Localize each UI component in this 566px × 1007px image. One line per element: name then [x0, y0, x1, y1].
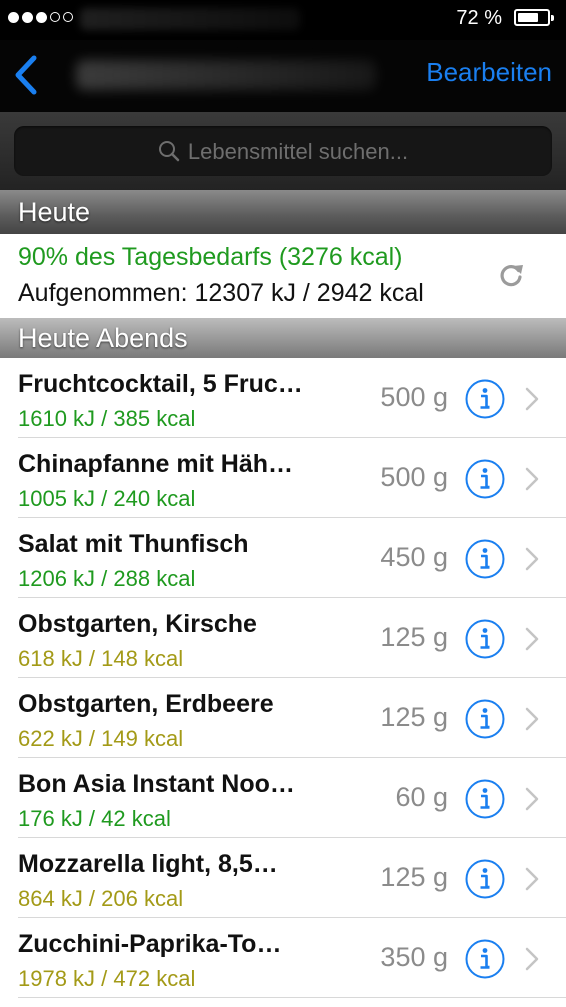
food-amount: 500 g — [380, 382, 448, 412]
food-amount: 350 g — [380, 942, 448, 972]
food-list-item[interactable]: Fruchtcocktail, 5 Fruc… 1610 kJ / 385 kca… — [0, 358, 566, 438]
food-list-item[interactable]: Bon Asia Instant Noo… 176 kJ / 42 kcal 60 … — [0, 758, 566, 838]
food-list: Fruchtcocktail, 5 Fruc… 1610 kJ / 385 kca… — [0, 358, 566, 998]
chevron-right-icon — [525, 787, 539, 811]
chevron-right-icon — [525, 947, 539, 971]
chevron-right-icon — [525, 627, 539, 651]
food-name: Chinapfanne mit Häh… — [18, 450, 294, 478]
chevron-right-icon — [525, 707, 539, 731]
chevron-right-icon — [525, 547, 539, 571]
food-amount: 500 g — [380, 462, 448, 492]
food-energy: 622 kJ / 149 kcal — [18, 726, 184, 751]
food-list-item[interactable]: Chinapfanne mit Häh… 1005 kJ / 240 kcal 50… — [0, 438, 566, 518]
info-icon[interactable] — [464, 698, 506, 740]
food-amount: 450 g — [380, 542, 448, 572]
food-energy: 1206 kJ / 288 kcal — [18, 566, 196, 591]
food-name: Zucchini-Paprika-To… — [18, 930, 282, 958]
battery-icon — [514, 9, 554, 26]
food-energy: 1005 kJ / 240 kcal — [18, 486, 196, 511]
food-amount: 125 g — [380, 622, 448, 652]
food-name: Obstgarten, Kirsche — [18, 610, 257, 638]
food-name: Fruchtcocktail, 5 Fruc… — [18, 370, 303, 398]
chevron-right-icon — [525, 867, 539, 891]
food-energy: 864 kJ / 206 kcal — [18, 886, 184, 911]
food-list-item[interactable]: Obstgarten, Kirsche 618 kJ / 148 kcal 125 … — [0, 598, 566, 678]
battery-fill — [518, 13, 539, 22]
back-button[interactable] — [8, 50, 48, 100]
section-header-today: Heute — [0, 190, 566, 234]
navigation-bar: Bearbeiten — [0, 40, 566, 112]
chevron-right-icon — [525, 387, 539, 411]
carrier-name-blurred — [80, 8, 300, 30]
section-header-evening: Heute Abends — [0, 318, 566, 358]
food-list-item[interactable]: Obstgarten, Erdbeere 622 kJ / 149 kcal 125… — [0, 678, 566, 758]
status-bar: 72 % — [0, 0, 566, 40]
search-bar: Lebensmittel suchen... — [0, 112, 566, 190]
food-amount: 125 g — [380, 862, 448, 892]
food-name: Salat mit Thunfisch — [18, 530, 249, 558]
info-icon[interactable] — [464, 538, 506, 580]
food-list-item[interactable]: Zucchini-Paprika-To… 1978 kJ / 472 kcal 35… — [0, 918, 566, 998]
food-name: Bon Asia Instant Noo… — [18, 770, 295, 798]
refresh-icon[interactable] — [496, 260, 526, 290]
daily-summary: 90% des Tagesbedarfs (3276 kcal) Aufgeno… — [0, 234, 566, 318]
nav-title-blurred — [76, 60, 376, 90]
battery-percentage: 72 % — [456, 7, 502, 29]
food-amount: 125 g — [380, 702, 448, 732]
daily-percent-text: 90% des Tagesbedarfs (3276 kcal) — [18, 243, 403, 271]
search-input[interactable]: Lebensmittel suchen... — [14, 126, 552, 176]
info-icon[interactable] — [464, 778, 506, 820]
food-energy: 618 kJ / 148 kcal — [18, 646, 184, 671]
food-name: Mozzarella light, 8,5… — [18, 850, 278, 878]
consumed-text: Aufgenommen: 12307 kJ / 2942 kcal — [18, 279, 424, 307]
chevron-left-icon — [15, 55, 37, 95]
food-amount: 60 g — [395, 782, 448, 812]
food-energy: 176 kJ / 42 kcal — [18, 806, 171, 831]
food-list-item[interactable]: Mozzarella light, 8,5… 864 kJ / 206 kcal 1… — [0, 838, 566, 918]
food-energy: 1978 kJ / 472 kcal — [18, 966, 196, 991]
chevron-right-icon — [525, 467, 539, 491]
food-energy: 1610 kJ / 385 kcal — [18, 406, 196, 431]
info-icon[interactable] — [464, 378, 506, 420]
food-name: Obstgarten, Erdbeere — [18, 690, 274, 718]
search-icon — [158, 141, 180, 162]
info-icon[interactable] — [464, 618, 506, 660]
signal-strength-icon — [8, 12, 73, 23]
info-icon[interactable] — [464, 858, 506, 900]
edit-button[interactable]: Bearbeiten — [426, 57, 552, 88]
search-placeholder: Lebensmittel suchen... — [187, 139, 409, 164]
food-list-item[interactable]: Salat mit Thunfisch 1206 kJ / 288 kcal 450… — [0, 518, 566, 598]
info-icon[interactable] — [464, 938, 506, 980]
info-icon[interactable] — [464, 458, 506, 500]
